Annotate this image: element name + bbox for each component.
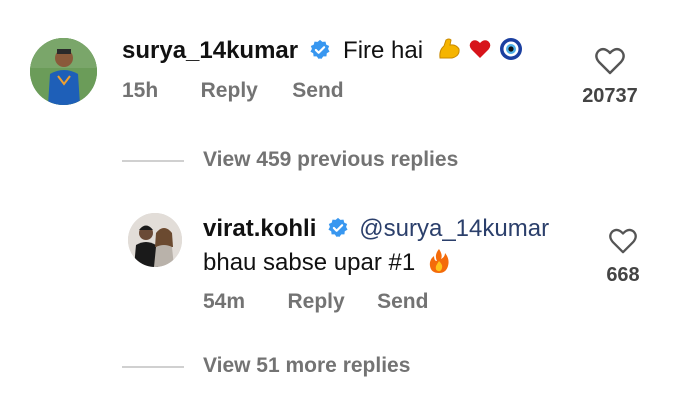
avatar-virat[interactable]	[128, 213, 182, 267]
avatar-image	[128, 213, 182, 267]
comment-meta: 15h Reply Send	[122, 78, 344, 104]
reply-body: bhau sabse upar #1	[203, 248, 450, 278]
divider-line	[122, 366, 184, 368]
divider-line	[122, 160, 184, 162]
comment-header: surya_14kumar Fire hai	[122, 36, 523, 66]
comment-reply-button[interactable]: Reply	[201, 79, 258, 102]
reply-text: bhau sabse upar #1	[203, 249, 416, 276]
flexed-biceps-icon	[436, 36, 462, 73]
comment-time: 15h	[122, 79, 159, 102]
verified-badge-icon	[309, 39, 331, 72]
reply-reply-button[interactable]: Reply	[287, 290, 344, 313]
nazar-amulet-icon	[499, 37, 523, 72]
avatar-image	[30, 38, 97, 105]
view-more-replies-link[interactable]: View 51 more replies	[203, 354, 410, 378]
comment-text: Fire hai	[343, 37, 424, 64]
comment-like-count: 20737	[582, 85, 638, 107]
reply-send-button[interactable]: Send	[377, 290, 428, 313]
reply-header: virat.kohli @surya_14kumar	[203, 214, 549, 244]
avatar-surya[interactable]	[30, 38, 97, 105]
view-previous-replies-link[interactable]: View 459 previous replies	[203, 148, 458, 172]
fire-icon	[428, 248, 450, 285]
red-heart-icon	[468, 37, 492, 72]
reply-username[interactable]: virat.kohli	[203, 215, 316, 242]
verified-badge-icon	[327, 217, 349, 250]
heart-outline-icon	[595, 47, 625, 75]
comment-like-button[interactable]	[594, 46, 626, 76]
reply-like-button[interactable]	[608, 227, 638, 255]
reply-mention-link[interactable]: @surya_14kumar	[359, 215, 549, 242]
reply-like-count: 668	[606, 264, 640, 286]
reply-time: 54m	[203, 290, 246, 313]
comment-username[interactable]: surya_14kumar	[122, 37, 298, 64]
comment-send-button[interactable]: Send	[292, 79, 343, 102]
reply-meta: 54m Reply Send	[203, 289, 428, 315]
heart-outline-icon	[609, 228, 637, 254]
